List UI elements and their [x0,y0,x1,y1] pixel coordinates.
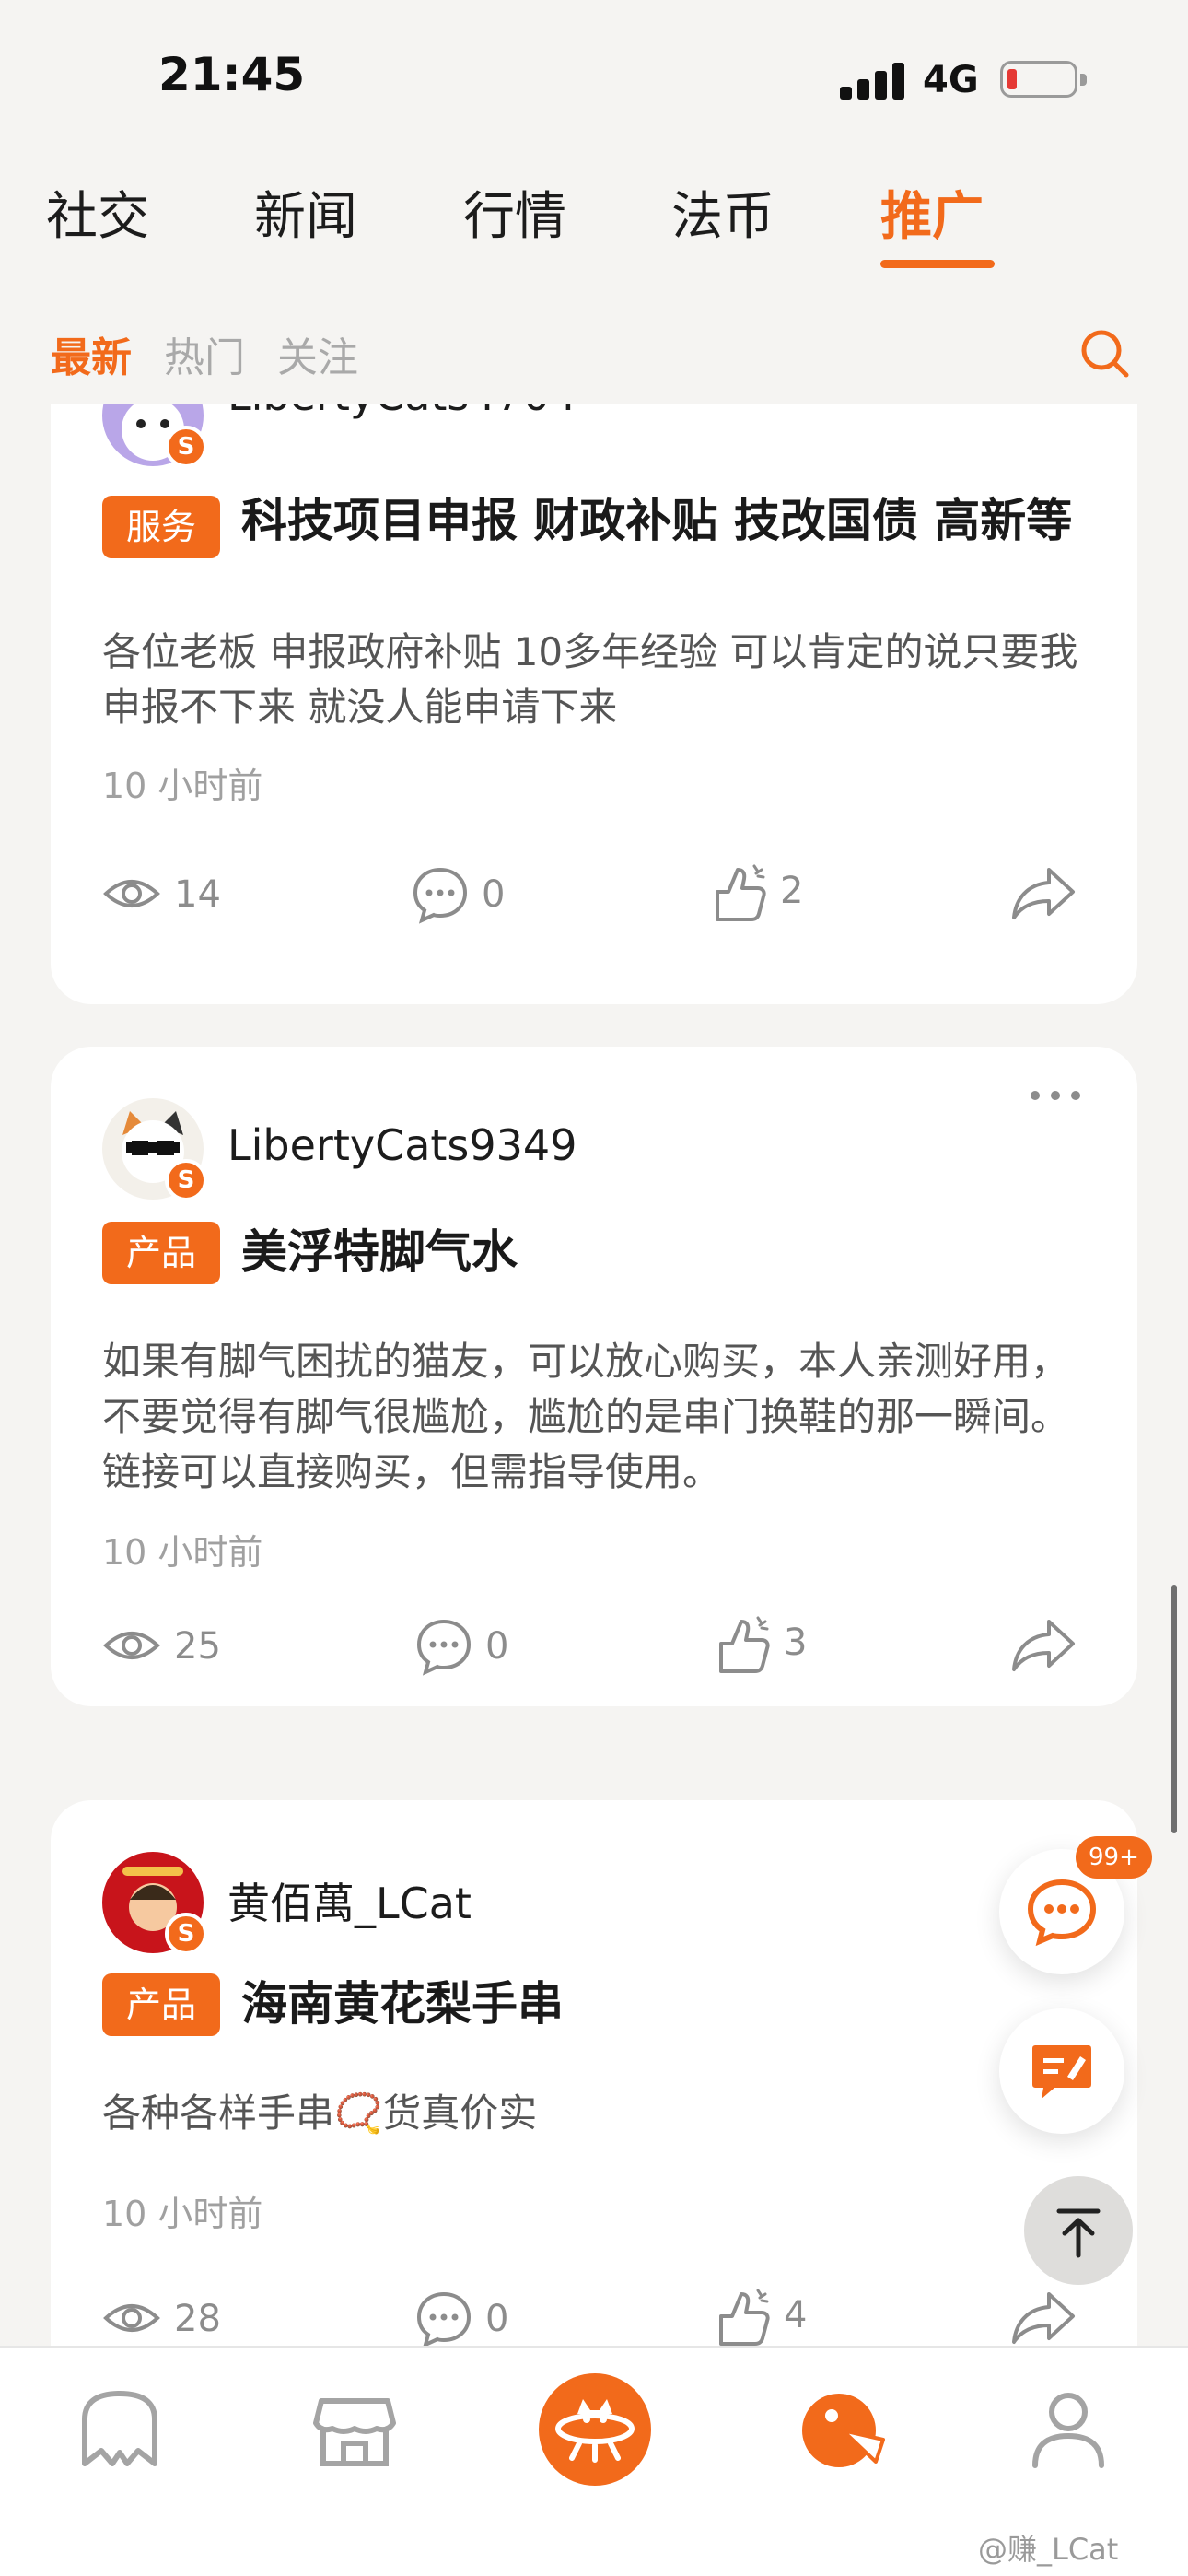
tab-market[interactable]: 行情 [463,175,566,250]
comment-button[interactable]: 0 [413,1616,598,1676]
watermark: @赚_LCat [978,2532,1119,2567]
like-button[interactable]: 4 [712,2285,896,2346]
subtab-latest[interactable]: 最新 [51,324,132,383]
like-button[interactable]: 3 [712,1612,896,1673]
tab-social[interactable]: 社交 [46,175,149,250]
s-badge: S [165,426,207,468]
s-badge: S [165,1913,207,1955]
post-body[interactable]: 各位老板 申报政府补贴 10多年经验 可以肯定的说只要我申报不下来 就没人能申请… [102,625,1097,735]
cat-ufo-icon [555,2399,635,2463]
post-title[interactable]: 海南黄花梨手串 [241,1975,1089,2032]
view-count-value: 28 [174,2298,221,2340]
status-time: 21:45 [158,48,306,101]
search-icon[interactable] [1077,326,1133,381]
post-title[interactable]: 科技项目申报 财政补贴 技改国债 高新等 [241,492,1089,549]
view-count: 25 [102,1616,286,1675]
tab-promotion[interactable]: 推广 [880,175,984,250]
like-count: 2 [780,870,804,912]
comment-count: 0 [485,2298,509,2340]
subtab-following[interactable]: 关注 [277,324,358,383]
like-icon [719,1616,770,1673]
signal-icon [840,61,906,100]
nav-profile[interactable] [1013,2375,1124,2486]
nav-store[interactable] [299,2375,410,2486]
status-bar: 21:45 4G [0,0,1188,157]
compose-icon [1032,2045,1091,2099]
post-card[interactable]: S LibertyCats4704 服务 科技项目申报 财政补贴 技改国债 高新… [51,404,1137,1004]
comment-count: 0 [482,873,506,916]
like-count: 4 [784,2294,808,2336]
battery-icon [1000,61,1087,98]
comment-icon [416,2291,472,2346]
comment-icon [413,867,468,924]
scrollbar[interactable] [1171,1585,1177,1833]
view-icon [103,2304,160,2332]
s-badge: S [165,1159,207,1201]
top-tabs: 社交 新闻 行情 法币 推广 [0,175,1188,276]
post-body[interactable]: 各种各样手串📿货真价实 [102,2086,1097,2141]
back-to-top-button[interactable] [1024,2176,1133,2285]
nav-cat-center[interactable] [539,2373,651,2486]
like-count: 3 [784,1622,808,1664]
active-tab-indicator [880,260,995,268]
back-to-top-icon [1056,2208,1101,2258]
view-icon [103,1632,160,1659]
post-tag: 产品 [102,1973,221,2036]
more-options-icon[interactable] [1027,1082,1091,1109]
share-icon[interactable] [1008,864,1078,923]
sub-tabs: 最新 热门 关注 [0,324,1188,389]
subtab-hot[interactable]: 热门 [164,324,245,383]
profile-icon [1032,2393,1104,2468]
post-title[interactable]: 美浮特脚气水 [241,1224,1089,1281]
share-icon[interactable] [1008,1616,1078,1675]
username[interactable]: LibertyCats9349 [227,1120,577,1170]
nav-home[interactable] [64,2375,175,2486]
view-count-value: 25 [174,1625,221,1668]
tab-news[interactable]: 新闻 [254,175,357,250]
view-count-value: 14 [174,873,221,916]
like-button[interactable]: 2 [708,861,892,921]
comment-button[interactable]: 0 [413,2289,598,2346]
view-count: 14 [102,864,286,923]
post-card[interactable]: S LibertyCats9349 产品 美浮特脚气水 如果有脚气困扰的猫友，可… [51,1047,1137,1706]
post-time: 10 小时前 [102,2194,263,2234]
post-time: 10 小时前 [102,766,263,806]
post-time: 10 小时前 [102,1532,263,1573]
network-type: 4G [923,59,979,101]
post-body[interactable]: 如果有脚气困扰的猫友，可以放心购买，本人亲测好用，不要觉得有脚气很尴尬，尴尬的是… [102,1334,1097,1500]
username[interactable]: 黄佰萬_LCat [227,1870,472,1931]
compose-button[interactable] [999,2008,1124,2134]
comment-count: 0 [485,1625,509,1668]
view-icon [103,880,160,907]
tab-fiat[interactable]: 法币 [671,175,775,250]
promo-icon [802,2394,885,2467]
post-tag: 产品 [102,1222,221,1284]
store-icon [313,2398,396,2466]
share-icon[interactable] [1008,2289,1078,2346]
chat-badge: 99+ [1076,1836,1152,1879]
bottom-nav: @赚_LCat [0,2346,1188,2576]
post-card[interactable]: S 黄佰萬_LCat 产品 海南黄花梨手串 各种各样手串📿货真价实 10 小时前… [51,1800,1137,2346]
nav-promotion[interactable] [787,2375,898,2486]
view-count: 28 [102,2289,286,2346]
comment-button[interactable]: 0 [410,864,594,924]
like-icon [719,2289,770,2346]
like-icon [716,864,766,921]
comment-icon [416,1619,472,1676]
post-tag: 服务 [102,496,221,558]
username[interactable]: LibertyCats4704 [227,404,577,420]
home-icon [82,2391,157,2466]
